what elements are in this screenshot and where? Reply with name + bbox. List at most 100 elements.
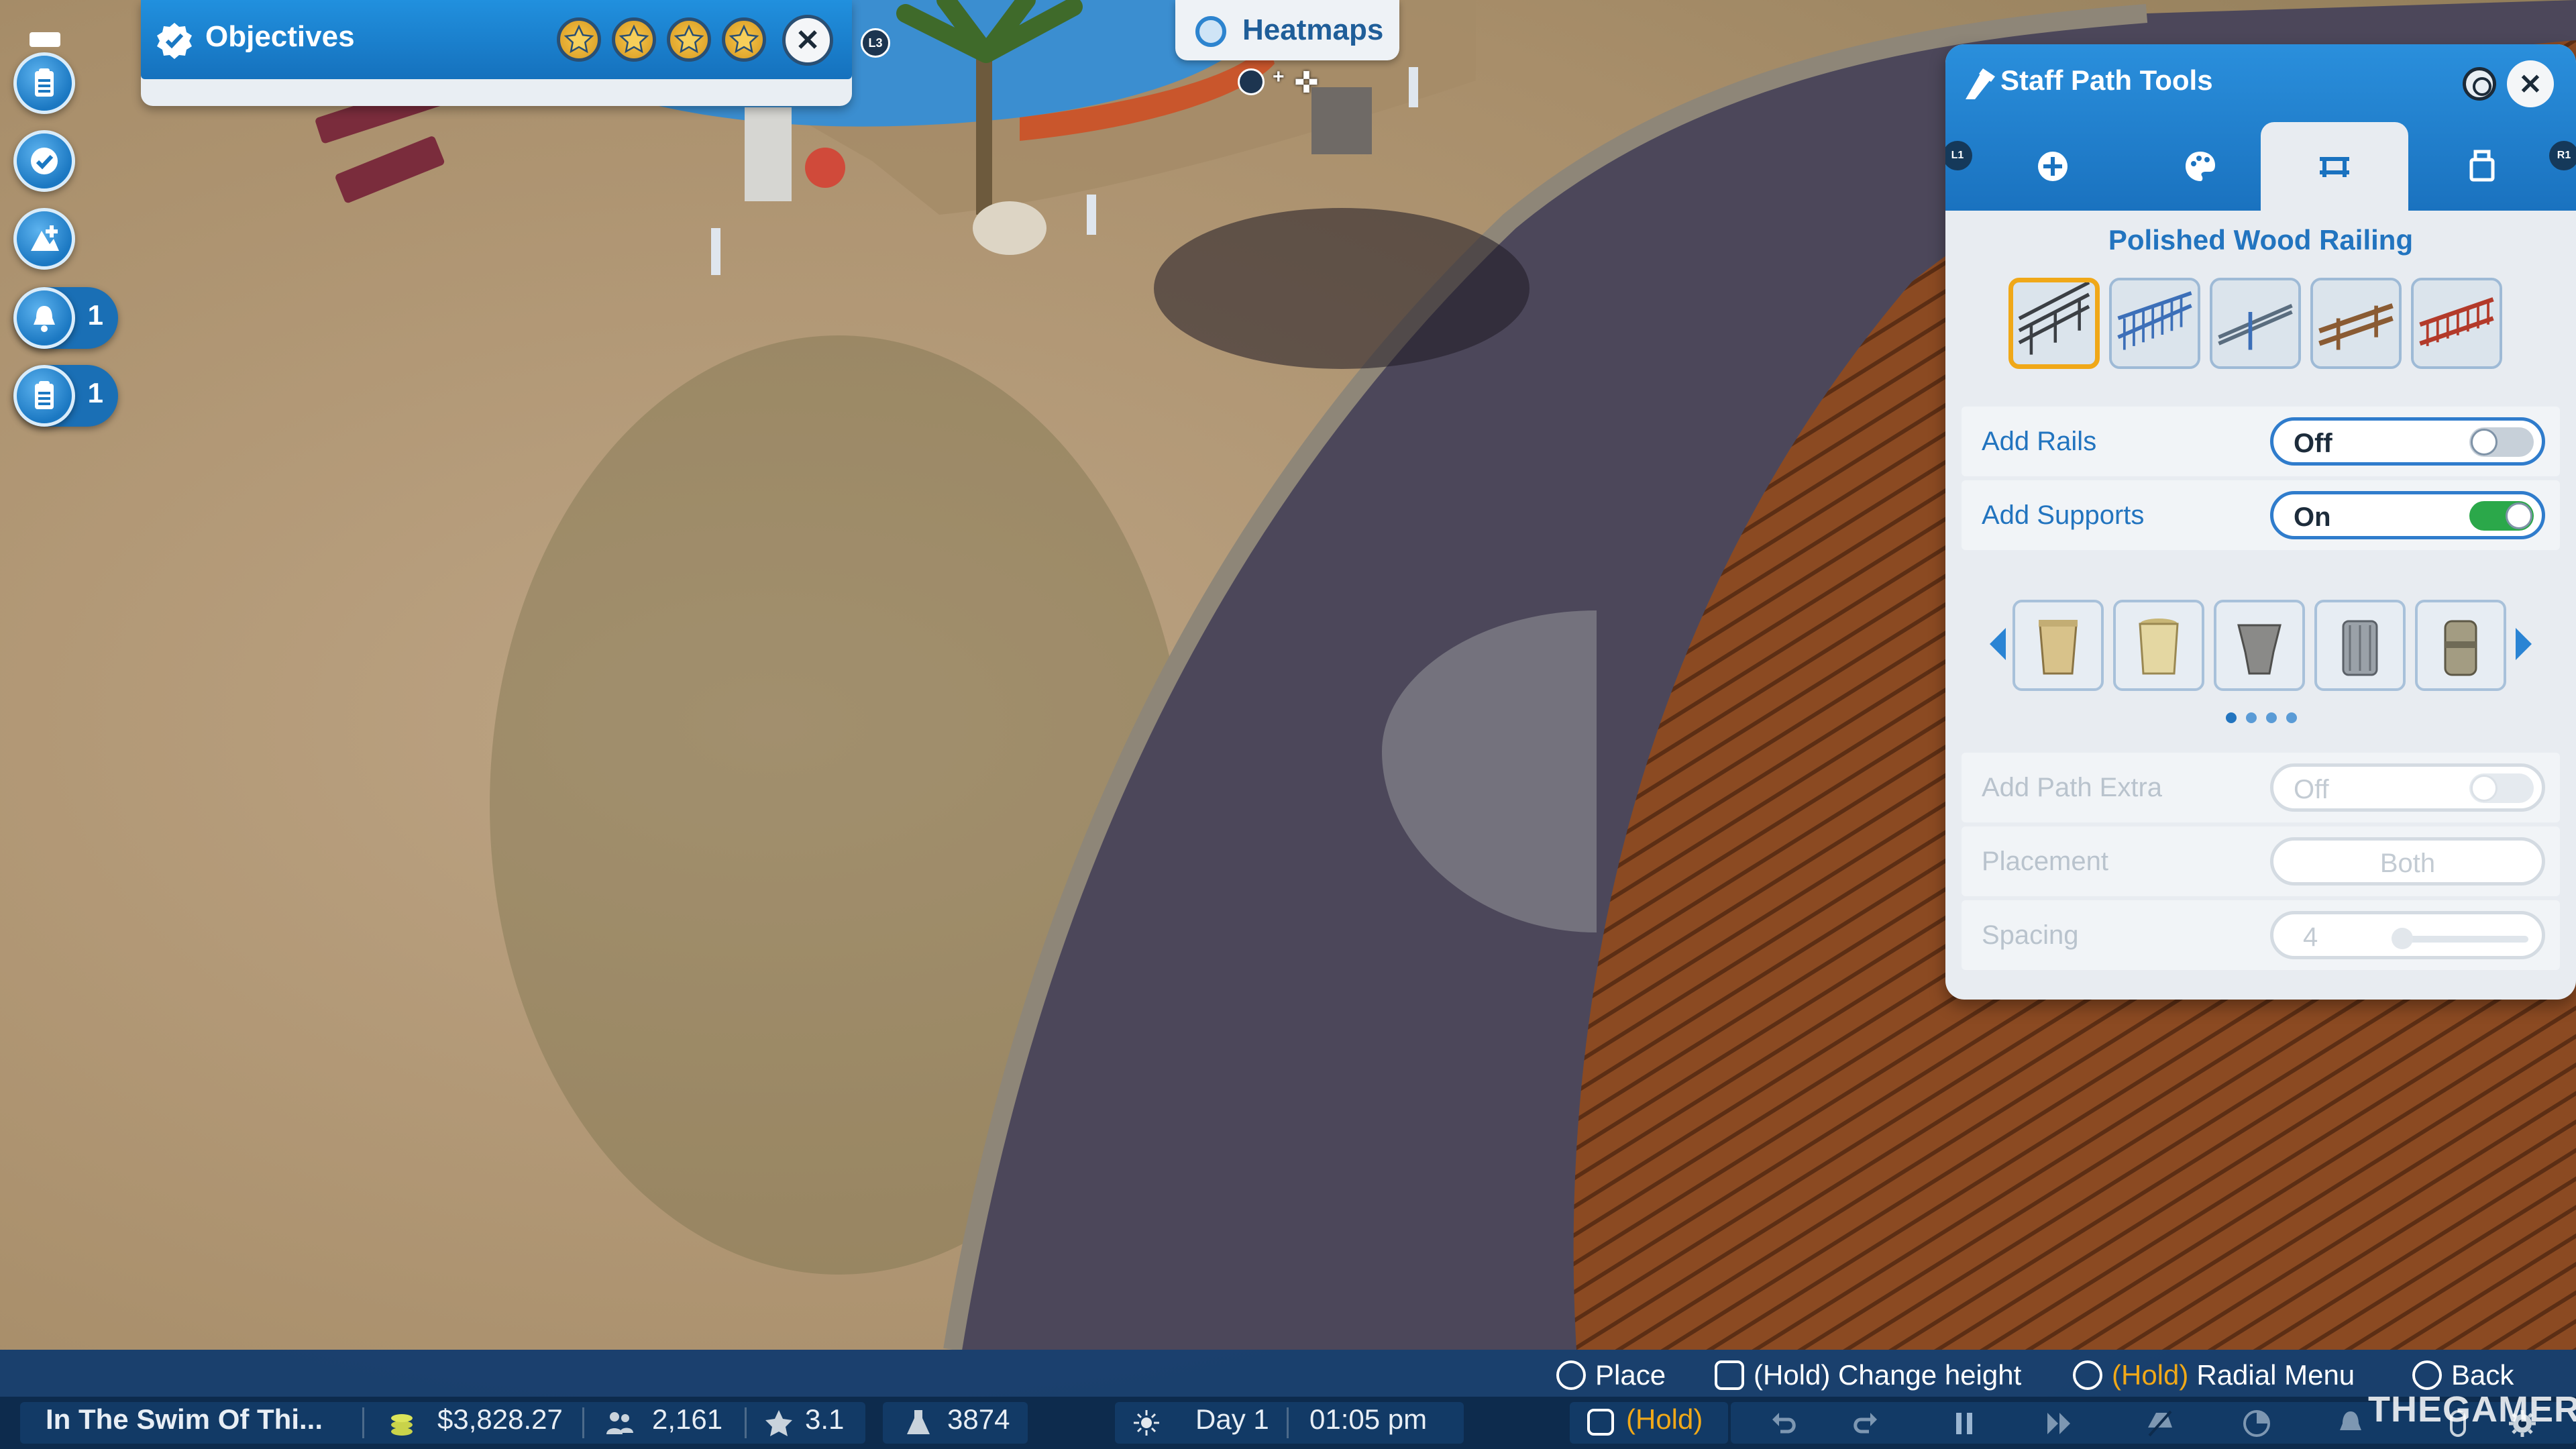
star-icon: [619, 24, 649, 54]
circle-button-icon: [2412, 1360, 2442, 1390]
extras-next-arrow-icon[interactable]: [2516, 628, 2532, 660]
terrain-add-button[interactable]: [13, 208, 75, 270]
toggle-switch-off: [2469, 773, 2534, 803]
place-prompt[interactable]: Place: [1556, 1359, 1666, 1391]
heatmaps-shortcut-hint: + ✜: [1238, 66, 1345, 99]
page-dot-4: [2286, 712, 2297, 723]
star-icon: [674, 24, 704, 54]
change-height-prompt[interactable]: (Hold) Change height: [1715, 1359, 2021, 1391]
railing-preview-icon: [2013, 282, 2095, 364]
guests-value: 2,161: [652, 1403, 723, 1435]
add-path-extra-label: Add Path Extra: [1982, 773, 2163, 802]
railing-preview-icon: [2313, 280, 2399, 366]
bell-button[interactable]: [13, 287, 75, 349]
park-name[interactable]: In The Swim Of Thi...: [46, 1403, 323, 1436]
spacing-value: 4: [2303, 922, 2318, 952]
back-label: Back: [2451, 1359, 2514, 1391]
spacing-slider[interactable]: 4: [2270, 911, 2545, 959]
objective-star-2: [612, 17, 656, 62]
plus-sign: +: [1273, 66, 1285, 88]
add-path-extra-row: Add Path Extra Off: [1962, 753, 2560, 822]
watermark-logo: THEGAMER: [2368, 1389, 2576, 1430]
metal-bin-icon: [2342, 620, 2378, 676]
undo-icon[interactable]: [1768, 1407, 1801, 1440]
tab-railings[interactable]: [2261, 122, 2408, 211]
path-extra-option-2[interactable]: [2113, 600, 2204, 691]
railing-option-3[interactable]: [2210, 278, 2301, 369]
cross-button-icon: [1556, 1360, 1586, 1390]
pause-icon[interactable]: [1948, 1407, 1980, 1440]
l1-bumper-hint: L1: [1945, 141, 1972, 170]
railing-option-2[interactable]: [2109, 278, 2200, 369]
camera-mode-icon[interactable]: [28, 28, 62, 50]
slider-track: [2401, 936, 2528, 943]
objectives-header: Objectives ✕: [141, 0, 852, 79]
urn-bin-icon: [2237, 624, 2282, 675]
notifications-button[interactable]: 1: [13, 287, 118, 349]
objectives-close-button[interactable]: ✕: [782, 15, 833, 66]
path-extra-option-5[interactable]: [2415, 600, 2506, 691]
tools-close-button[interactable]: ✕: [2507, 60, 2554, 107]
trash-bin-icon: [2039, 620, 2078, 675]
stone-bin-icon: [2444, 620, 2477, 676]
l3-button-hint: L3: [861, 28, 890, 58]
divider: [362, 1407, 364, 1438]
park-stats-icon[interactable]: [2241, 1407, 2273, 1440]
placement-selector[interactable]: Both: [2270, 837, 2545, 885]
guests-icon: [606, 1412, 633, 1434]
objective-check-icon: [157, 23, 192, 59]
r1-bumper-hint: R1: [2549, 141, 2576, 170]
info-icon[interactable]: [2463, 67, 2496, 101]
tab-build[interactable]: [1979, 122, 2127, 211]
divider: [1287, 1407, 1289, 1438]
clipboard-button[interactable]: [13, 52, 75, 114]
notifications-toggle-icon[interactable]: [2334, 1407, 2367, 1440]
redo-icon[interactable]: [1849, 1407, 1881, 1440]
controller-prompts-bar: Place (Hold) Change height (Hold) Radial…: [0, 1350, 2576, 1403]
camera-off-icon[interactable]: [2144, 1407, 2176, 1440]
add-supports-row: Add Supports On: [1962, 480, 2560, 550]
tools-header: Staff Path Tools ✕ L1 R1: [1945, 44, 2576, 211]
railing-option-1[interactable]: [2008, 278, 2100, 369]
placement-value: Both: [2379, 849, 2436, 878]
toggle-knob: [2471, 775, 2498, 802]
radial-hold-label: (Hold): [2112, 1359, 2189, 1391]
staff-path-tools-panel: Staff Path Tools ✕ L1 R1 Polished Wood R…: [1945, 44, 2576, 1000]
extras-prev-arrow-icon[interactable]: [1990, 628, 2006, 660]
fast-forward-icon[interactable]: [2043, 1407, 2076, 1440]
objectives-button[interactable]: [13, 130, 75, 192]
placement-row: Placement Both: [1962, 826, 2560, 896]
toggle-knob: [2471, 429, 2498, 455]
sand-bin-icon: [2139, 619, 2179, 675]
railing-option-5[interactable]: [2411, 278, 2502, 369]
path-extra-icon: [2469, 150, 2495, 182]
railing-option-4[interactable]: [2310, 278, 2402, 369]
path-tool-icon: [1966, 68, 1995, 99]
path-extra-option-1[interactable]: [2012, 600, 2104, 691]
notification-count: 1: [87, 299, 103, 331]
close-icon: ✕: [795, 23, 820, 57]
path-extra-option-4[interactable]: [2314, 600, 2406, 691]
add-supports-toggle[interactable]: On: [2270, 491, 2545, 539]
clipboard-list-icon: [35, 381, 54, 409]
slider-knob[interactable]: [2392, 928, 2413, 949]
spacing-row: Spacing 4: [1962, 900, 2560, 970]
day-value: Day 1: [1195, 1403, 1269, 1435]
path-extra-option-3[interactable]: [2214, 600, 2305, 691]
tasks-icon-button[interactable]: [13, 365, 75, 427]
add-path-extra-toggle[interactable]: Off: [2270, 763, 2545, 812]
add-rails-row: Add Rails Off: [1962, 407, 2560, 476]
tools-title: Staff Path Tools: [2000, 64, 2213, 96]
palette-icon: [2186, 152, 2215, 181]
tab-path-extras[interactable]: [2408, 122, 2556, 211]
add-rails-toggle[interactable]: Off: [2270, 417, 2545, 466]
clipboard-icon: [35, 68, 54, 97]
tasks-button[interactable]: 1: [13, 365, 118, 427]
add-rails-label: Add Rails: [1982, 427, 2097, 456]
back-prompt[interactable]: Back: [2412, 1359, 2514, 1391]
tab-style[interactable]: [2127, 122, 2274, 211]
heatmaps-button[interactable]: Heatmaps: [1175, 0, 1399, 60]
objectives-panel[interactable]: Objectives ✕: [141, 0, 852, 106]
radial-menu-prompt[interactable]: (Hold) Radial Menu: [2073, 1359, 2355, 1391]
page-dot-3: [2266, 712, 2277, 723]
